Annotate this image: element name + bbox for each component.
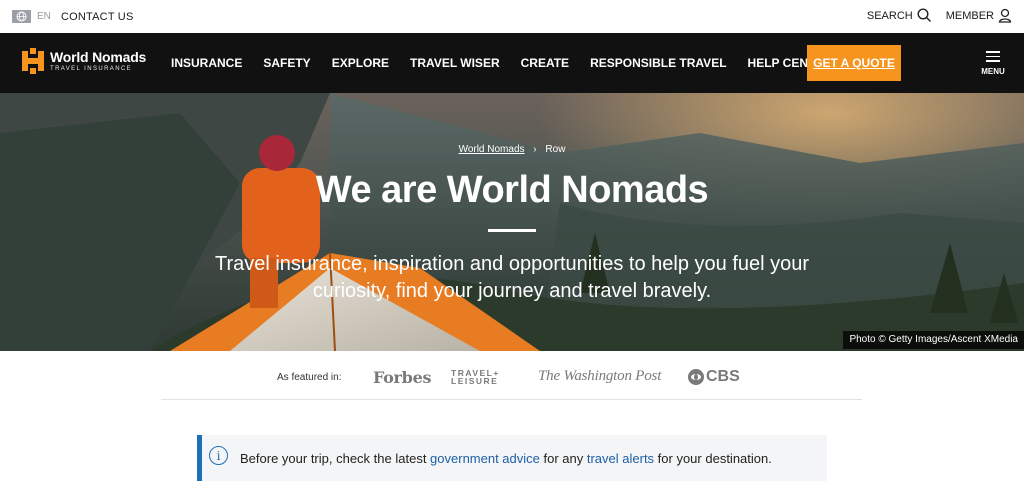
language-code: EN xyxy=(37,11,51,22)
cbs-logo: CBS xyxy=(688,368,740,386)
government-advice-link[interactable]: government advice xyxy=(430,451,540,466)
hero-banner: World Nomads › Row We are World Nomads T… xyxy=(0,93,1024,351)
hero-background-image xyxy=(0,93,1024,351)
nav-menu: INSURANCE SAFETY EXPLORE TRAVEL WISER CR… xyxy=(171,56,853,70)
featured-label: As featured in: xyxy=(277,372,342,383)
breadcrumb-current: Row xyxy=(545,144,566,155)
nav-item-create[interactable]: CREATE xyxy=(521,56,569,70)
cbs-wordmark: CBS xyxy=(706,368,740,385)
menu-button[interactable]: MENU xyxy=(979,51,1007,76)
main-navigation: World Nomads TRAVEL INSURANCE INSURANCE … xyxy=(0,33,1024,93)
logo-tagline: TRAVEL INSURANCE xyxy=(50,65,133,72)
member-button[interactable]: MEMBER xyxy=(946,8,1012,23)
logo-name: World Nomads xyxy=(50,48,147,65)
search-label: SEARCH xyxy=(866,9,913,22)
search-icon xyxy=(917,8,931,22)
language-selector[interactable]: EN xyxy=(12,10,51,23)
nav-item-travel-wiser[interactable]: TRAVEL WISER xyxy=(410,56,500,70)
alert-text-after: for your destination. xyxy=(654,451,772,466)
nav-item-insurance[interactable]: INSURANCE xyxy=(171,56,242,70)
title-divider xyxy=(488,229,536,232)
breadcrumb-separator: › xyxy=(533,144,537,155)
utility-bar: EN CONTACT US SEARCH MEMBER xyxy=(0,0,1024,33)
site-logo[interactable]: World Nomads TRAVEL INSURANCE xyxy=(22,48,146,74)
globe-icon xyxy=(12,10,31,23)
breadcrumb-home-link[interactable]: World Nomads xyxy=(459,144,525,155)
get-a-quote-button[interactable]: GET A QUOTE xyxy=(807,45,901,81)
nav-item-explore[interactable]: EXPLORE xyxy=(332,56,389,70)
featured-in-bar: As featured in: Forbes TRAVEL+ LEISURE T… xyxy=(161,351,862,400)
forbes-logo: Forbes xyxy=(373,368,432,387)
travel-alerts-link[interactable]: travel alerts xyxy=(587,451,654,466)
search-button[interactable]: SEARCH xyxy=(867,8,932,23)
photo-credit: Photo © Getty Images/Ascent XMedia xyxy=(843,331,1024,349)
alert-text-before: Before your trip, check the latest xyxy=(240,451,431,466)
washington-post-logo: The Washington Post xyxy=(538,368,662,384)
user-icon xyxy=(998,8,1012,23)
hero-subtitle: Travel insurance, inspiration and opport… xyxy=(214,253,810,302)
alert-message: Before your trip, check the latest gover… xyxy=(240,451,772,466)
nav-item-safety[interactable]: SAFETY xyxy=(263,56,310,70)
wn-logo-icon xyxy=(22,48,44,74)
menu-label: MENU xyxy=(981,66,1005,76)
page-title: We are World Nomads xyxy=(315,169,709,211)
travel-leisure-bottom: LEISURE xyxy=(451,376,499,386)
alert-text-middle: for any xyxy=(539,451,587,466)
info-icon: i xyxy=(209,446,228,465)
member-label: MEMBER xyxy=(945,9,994,22)
travel-advice-alert: i Before your trip, check the latest gov… xyxy=(197,435,827,481)
travel-leisure-logo: TRAVEL+ LEISURE xyxy=(451,369,500,386)
breadcrumb: World Nomads › Row xyxy=(0,144,1024,155)
hamburger-icon xyxy=(986,51,1000,65)
cbs-eye-icon xyxy=(688,369,704,385)
nav-item-responsible-travel[interactable]: RESPONSIBLE TRAVEL xyxy=(590,56,726,70)
contact-us-link[interactable]: CONTACT US xyxy=(61,11,134,23)
